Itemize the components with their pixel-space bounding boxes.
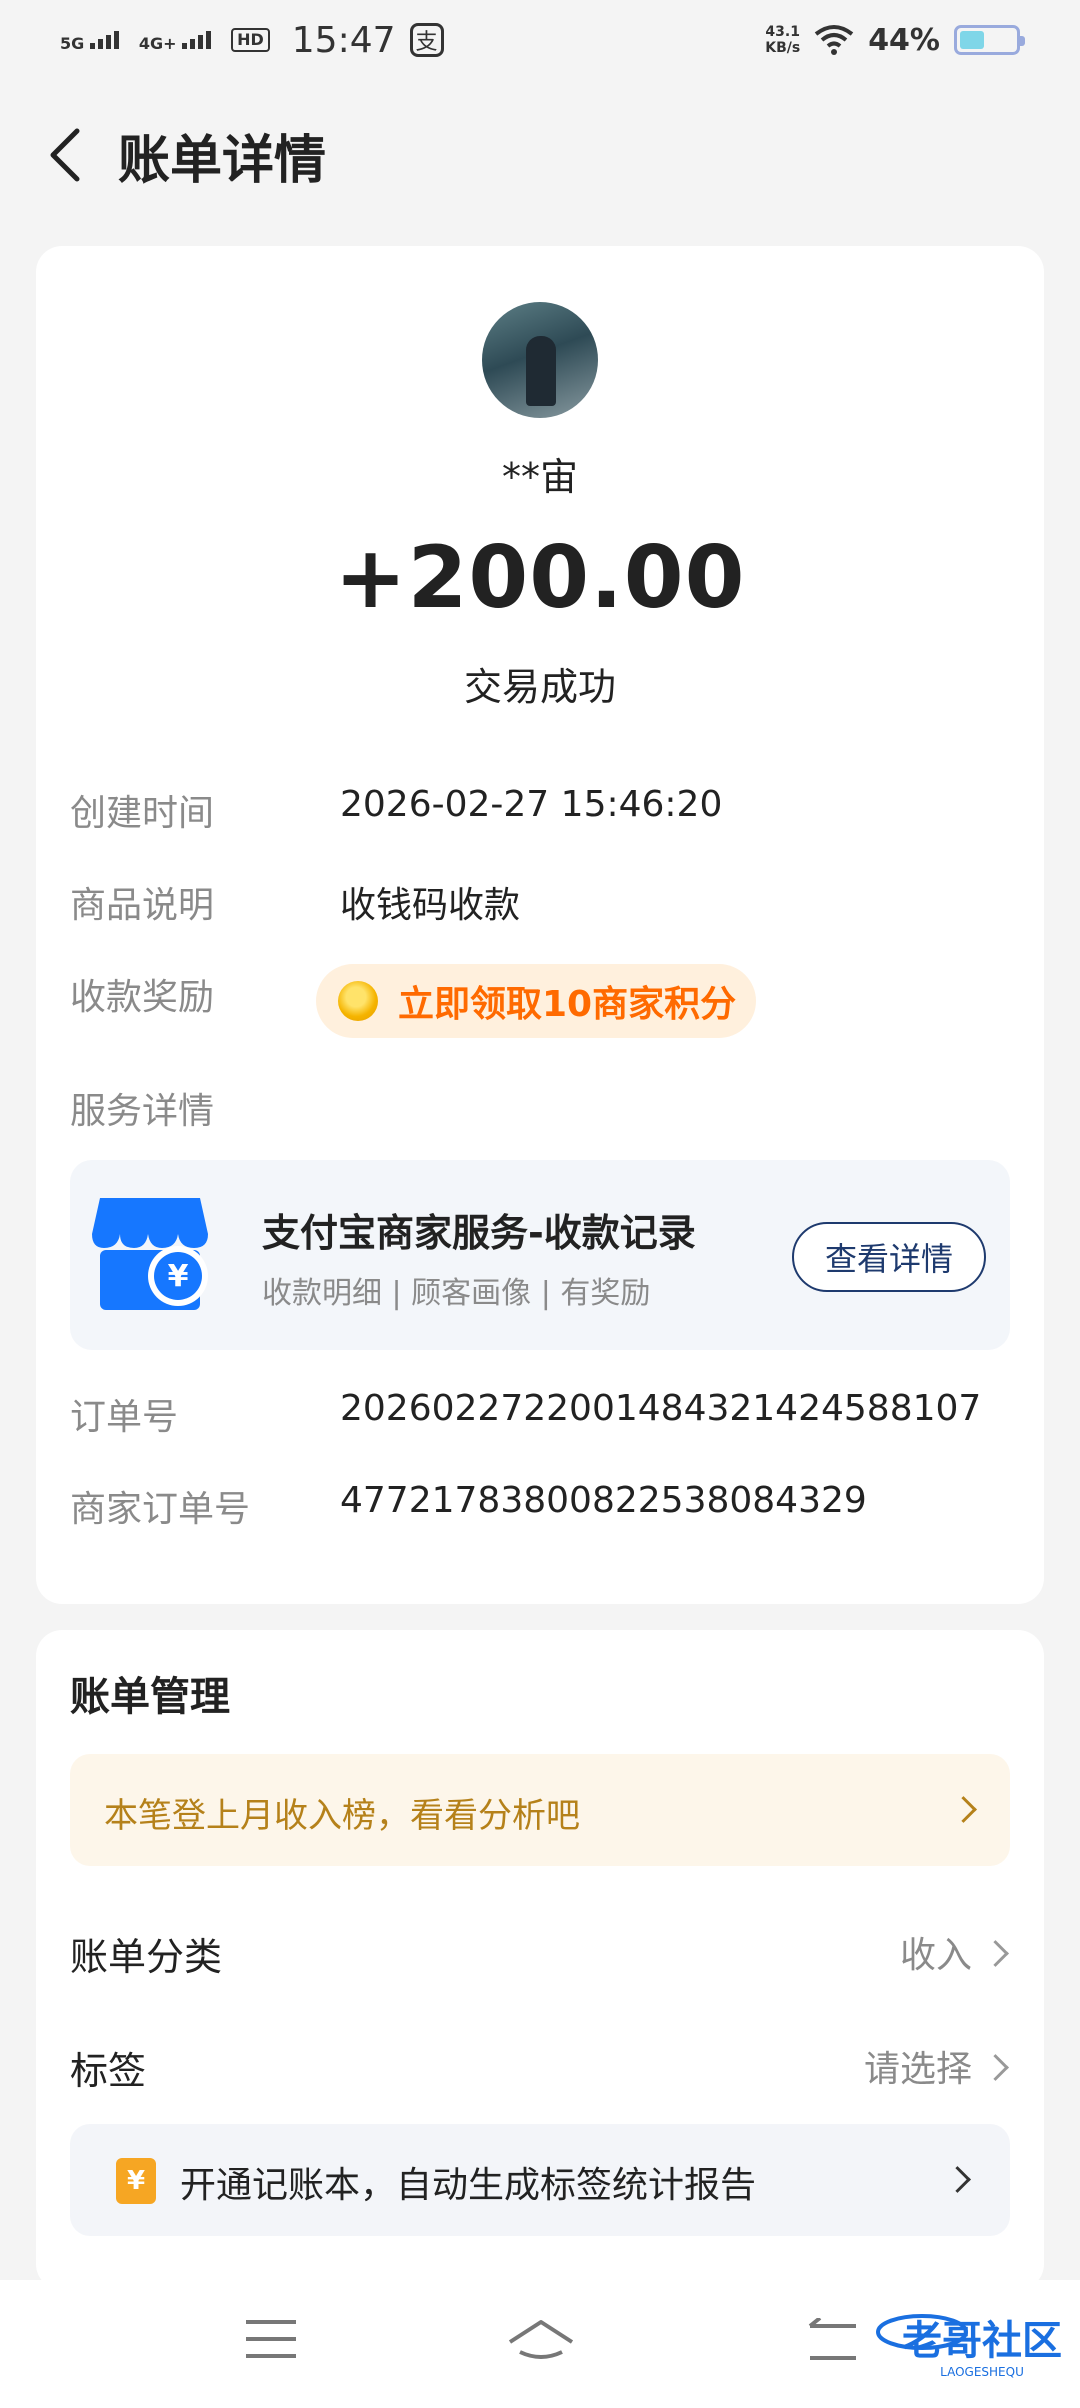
back-nav-icon[interactable] xyxy=(800,2318,860,2368)
transaction-status: 交易成功 xyxy=(463,665,616,709)
view-details-button[interactable]: 查看详情 xyxy=(792,1222,986,1292)
svg-text:¥: ¥ xyxy=(168,1259,189,1294)
item-desc-value: 收钱码收款 xyxy=(340,885,521,926)
claim-reward-button[interactable]: 立即领取10商家积分 xyxy=(316,964,756,1038)
ledger-text: 开通记账本，自动生成标签统计报告 xyxy=(180,2165,757,2206)
chevron-right-icon xyxy=(944,2166,971,2193)
network-speed: 43.1 KB/s xyxy=(765,24,801,56)
open-ledger-banner[interactable]: ¥ 开通记账本，自动生成标签统计报告 xyxy=(70,2124,1010,2236)
status-right: 43.1 KB/s 44% xyxy=(765,22,1025,58)
category-value: 收入 xyxy=(899,1935,972,1976)
signal-5g-icon: 5G xyxy=(60,29,125,52)
wifi-icon xyxy=(814,25,854,55)
shop-icon: ¥ xyxy=(92,1198,208,1310)
home-icon[interactable] xyxy=(506,2316,576,2372)
reward-label: 收款奖励 xyxy=(70,977,215,1018)
back-button[interactable] xyxy=(30,120,100,190)
chevron-right-icon xyxy=(982,1940,1009,1967)
chevron-right-icon xyxy=(950,1796,977,1823)
battery-icon xyxy=(954,25,1025,55)
merchant-order-value: 477217838008225380843​29 xyxy=(340,1480,867,1521)
ledger-icon: ¥ xyxy=(116,2158,156,2204)
promo-text: 本笔登上月收入榜，看看分析吧 xyxy=(104,1796,580,1836)
chevron-right-icon xyxy=(982,2054,1009,2081)
order-no-label: 订单号 xyxy=(70,1397,179,1438)
payer-name: **宙 xyxy=(501,455,578,499)
order-no-value: 2026022722001484321424588107 xyxy=(340,1388,982,1429)
system-nav-bar: 老哥社区 LAOGESHEQU xyxy=(0,2280,1080,2408)
category-label: 账单分类 xyxy=(70,1935,223,1979)
clock: 15:47 xyxy=(291,19,396,61)
transaction-card: **宙 +200.00 交易成功 创建时间 2026-02-27 15:46:2… xyxy=(36,246,1044,1604)
svg-text:老哥社区: 老哥社区 xyxy=(902,2318,1062,2364)
tag-value: 请选择 xyxy=(863,2049,972,2090)
watermark-logo: 老哥社区 LAOGESHEQU xyxy=(876,2314,1062,2379)
created-time-label: 创建时间 xyxy=(70,793,215,834)
income-ranking-banner[interactable]: 本笔登上月收入榜，看看分析吧 xyxy=(70,1754,1010,1866)
bill-management-card: 账单管理 本笔登上月收入榜，看看分析吧 账单分类 收入 标签 请选择 ¥ 开通记… xyxy=(36,1630,1044,2290)
merchant-order-label: 商家订单号 xyxy=(70,1489,251,1530)
coin-icon xyxy=(338,981,378,1021)
status-left: 5G 4G+ HD 15:47 支 xyxy=(60,20,444,61)
service-title: 支付宝商家服务-收款记录 xyxy=(262,1211,696,1255)
status-bar: 5G 4G+ HD 15:47 支 43.1 KB/s 44% xyxy=(0,0,1080,80)
merchant-service-card[interactable]: ¥ 支付宝商家服务-收款记录 收款明细 | 顾客画像 | 有奖励 查看详情 xyxy=(70,1160,1010,1350)
menu-icon[interactable] xyxy=(246,2320,296,2371)
alipay-badge-icon: 支 xyxy=(409,23,444,57)
svg-text:LAOGESHEQU: LAOGESHEQU xyxy=(940,2365,1024,2379)
page-title: 账单详情 xyxy=(118,130,327,191)
chevron-left-icon xyxy=(50,128,80,182)
created-time-value: 2026-02-27 15:46:20 xyxy=(340,784,723,825)
service-label: 服务详情 xyxy=(70,1091,215,1132)
nav-bar: 账单详情 xyxy=(0,100,1080,210)
avatar[interactable] xyxy=(482,302,598,418)
signal-4g-icon: 4G+ xyxy=(139,29,217,52)
amount: +200.00 xyxy=(334,528,746,628)
battery-percent: 44% xyxy=(868,22,940,58)
service-subtitle: 收款明细 | 顾客画像 | 有奖励 xyxy=(262,1276,651,1311)
reward-text: 立即领取10商家积分 xyxy=(398,984,737,1025)
item-desc-label: 商品说明 xyxy=(70,885,215,926)
tag-label: 标签 xyxy=(70,2049,147,2093)
hd-icon: HD xyxy=(231,28,270,52)
section-title: 账单管理 xyxy=(70,1674,230,1720)
